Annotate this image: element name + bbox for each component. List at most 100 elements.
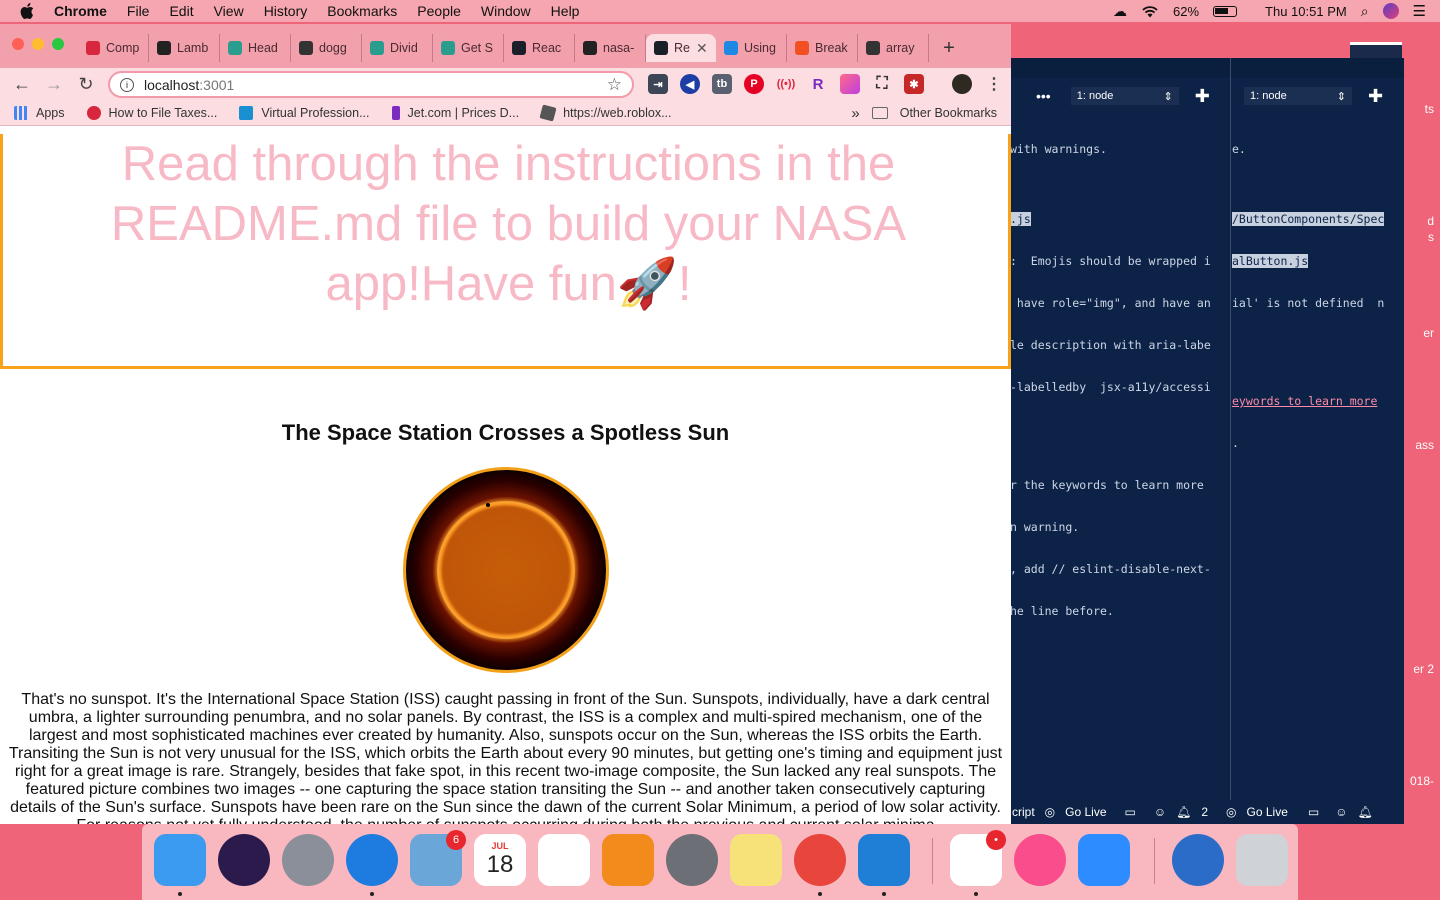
battery-icon[interactable] [1213, 5, 1238, 17]
minimize-window-button[interactable] [32, 38, 44, 50]
notification-center-icon[interactable]: ☰ [1413, 2, 1426, 20]
other-bookmarks[interactable]: Other Bookmarks [900, 106, 997, 120]
menu-file[interactable]: File [127, 3, 150, 19]
bookmarks-overflow-button[interactable]: » [851, 105, 859, 122]
calendar-month: JUL [491, 841, 509, 851]
menu-people[interactable]: People [417, 3, 461, 19]
pane-divider[interactable] [1230, 58, 1231, 824]
tab[interactable]: Get S [433, 34, 504, 62]
desktop-label[interactable]: ts [1425, 102, 1434, 116]
chrome-menu-icon[interactable]: ⋮ [984, 74, 1004, 94]
extension-red-icon[interactable]: ✱ [904, 74, 924, 94]
siri-icon[interactable] [218, 834, 270, 886]
spotlight-icon[interactable]: ⌕ [1361, 3, 1369, 20]
bookmark-item[interactable]: How to File Taxes... [86, 105, 217, 120]
clock[interactable]: Thu 10:51 PM [1265, 4, 1347, 19]
tab[interactable]: array [858, 34, 929, 62]
extension-gradient-icon[interactable] [840, 74, 860, 94]
extension-tb-icon[interactable]: tb [712, 74, 732, 94]
zoom-icon[interactable] [1078, 834, 1130, 886]
menu-history[interactable]: History [264, 3, 308, 19]
desktop-label[interactable]: er [1423, 326, 1434, 340]
tab[interactable]: Reac [504, 34, 575, 62]
menu-help[interactable]: Help [551, 3, 580, 19]
address-bar[interactable]: i localhost:3001 ☆ [108, 71, 634, 98]
menu-app-name[interactable]: Chrome [54, 3, 107, 19]
bookmark-apps[interactable]: Apps [14, 105, 65, 120]
siri-menu-icon[interactable] [1382, 3, 1399, 19]
new-terminal-icon[interactable]: ✚ [1368, 86, 1383, 107]
extension-login-icon[interactable]: ⇥ [648, 74, 668, 94]
bookmark-item[interactable]: Jet.com | Prices D... [391, 105, 519, 120]
finder-icon[interactable] [154, 834, 206, 886]
tab[interactable]: nasa- [575, 34, 646, 62]
desktop-label[interactable]: 018- [1410, 774, 1434, 788]
extension-r-icon[interactable]: R [808, 74, 828, 94]
network-icon[interactable] [1172, 834, 1224, 886]
menu-window[interactable]: Window [481, 3, 531, 19]
close-window-button[interactable] [12, 38, 24, 50]
extension-share-icon[interactable]: ◀ [680, 74, 700, 94]
new-terminal-icon[interactable]: ✚ [1195, 86, 1210, 107]
forward-button[interactable]: → [38, 74, 70, 95]
terminal-output-left[interactable]: with warnings. .js : Emojis should be wr… [1010, 114, 1211, 646]
creative-cloud-icon[interactable]: ☁ [1113, 3, 1127, 20]
tab[interactable]: Comp [78, 34, 149, 62]
trash-icon[interactable] [1236, 834, 1288, 886]
menu-edit[interactable]: Edit [169, 3, 193, 19]
bookmark-star-icon[interactable]: ☆ [607, 75, 622, 95]
new-tab-button[interactable]: + [929, 34, 969, 62]
books-icon[interactable] [602, 834, 654, 886]
desktop-label[interactable]: ass [1415, 438, 1434, 452]
vscode-icon[interactable] [858, 834, 910, 886]
launchpad-icon[interactable] [282, 834, 334, 886]
tab[interactable]: Using [716, 34, 787, 62]
chrome-icon[interactable] [794, 834, 846, 886]
maximize-window-button[interactable] [52, 38, 64, 50]
wifi-icon[interactable] [1141, 5, 1159, 18]
extension-screenshot-icon[interactable]: ⛶ [872, 74, 892, 94]
smiley-icon[interactable]: ☺ [1154, 805, 1166, 819]
desktop-label[interactable]: s [1428, 230, 1434, 244]
bookmark-item[interactable]: https://web.roblox... [539, 103, 672, 122]
calendar-icon[interactable]: JUL 18 [474, 834, 526, 886]
editor-terminal-window[interactable]: ••• 1: node ⇕ ✚ 1: node ⇕ ✚ with warnings.… [1010, 58, 1404, 824]
terminal-icon[interactable]: ▭ [1308, 805, 1319, 819]
tab[interactable]: Break [787, 34, 858, 62]
back-button[interactable]: ← [6, 74, 38, 95]
terminal-select-right[interactable]: 1: node ⇕ [1244, 87, 1352, 105]
desktop-label[interactable]: d [1427, 214, 1434, 228]
status-language[interactable]: cript [1012, 805, 1035, 819]
go-live-button[interactable]: Go Live [1247, 805, 1288, 819]
terminal-icon[interactable]: ▭ [1125, 805, 1136, 819]
tab-active[interactable]: Re ✕ [646, 34, 716, 62]
go-live-button[interactable]: Go Live [1065, 805, 1106, 819]
tab[interactable]: Divid [362, 34, 433, 62]
tab[interactable]: Head [220, 34, 291, 62]
reload-button[interactable]: ↻ [70, 74, 102, 95]
profile-avatar[interactable] [952, 74, 972, 94]
desktop-label[interactable]: er 2 [1413, 662, 1434, 676]
menu-bookmarks[interactable]: Bookmarks [327, 3, 397, 19]
apple-icon[interactable] [20, 3, 34, 19]
close-tab-icon[interactable]: ✕ [696, 40, 708, 57]
menu-view[interactable]: View [214, 3, 244, 19]
itunes-icon[interactable] [1014, 834, 1066, 886]
notes-icon[interactable] [730, 834, 782, 886]
bookmark-item[interactable]: Virtual Profession... [239, 105, 370, 120]
bell-icon[interactable]: 🔔︎ [1358, 805, 1373, 819]
tab[interactable]: dogg [291, 34, 362, 62]
terminal-select-left[interactable]: 1: node ⇕ [1070, 87, 1179, 105]
bell-icon[interactable]: 🔔︎ [1176, 805, 1191, 819]
terminal-link[interactable]: eywords to learn more [1232, 394, 1377, 408]
smiley-icon[interactable]: ☺ [1335, 805, 1347, 819]
extension-broadcast-icon[interactable]: ((•)) [776, 74, 796, 94]
safari-icon[interactable] [346, 834, 398, 886]
terminal-output-right[interactable]: e. /ButtonComponents/Spec alButton.js ia… [1232, 114, 1385, 478]
system-preferences-icon[interactable] [666, 834, 718, 886]
more-icon[interactable]: ••• [1036, 88, 1051, 104]
reminders-icon[interactable] [538, 834, 590, 886]
pinterest-icon[interactable]: P [744, 74, 764, 94]
info-icon[interactable]: i [120, 77, 134, 92]
tab[interactable]: Lamb [149, 34, 220, 62]
